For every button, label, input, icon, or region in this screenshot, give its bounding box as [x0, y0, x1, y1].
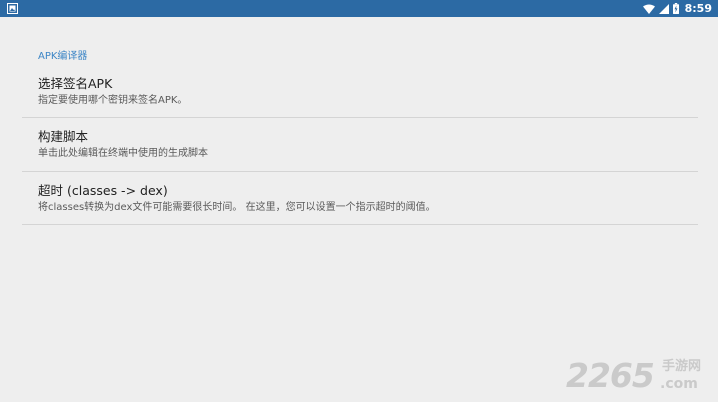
watermark-logo: 2265 手游网 .com	[564, 356, 714, 396]
cell-signal-icon	[658, 3, 669, 14]
pref-signing-apk[interactable]: 选择签名APK 指定要使用哪个密钥来签名APK。	[22, 74, 698, 117]
divider	[22, 224, 698, 225]
pref-build-script[interactable]: 构建脚本 单击此处编辑在终端中使用的生成脚本	[22, 127, 698, 170]
pref-summary: 指定要使用哪个密钥来签名APK。	[38, 95, 188, 106]
battery-charging-icon	[672, 3, 679, 14]
watermark-number: 2265	[566, 356, 655, 395]
category-header: APK编译器	[38, 51, 88, 62]
pref-title: 超时 (classes -> dex)	[38, 183, 168, 198]
pref-timeout[interactable]: 超时 (classes -> dex) 将classes转换为dex文件可能需要…	[22, 181, 698, 224]
pref-title: 构建脚本	[38, 129, 89, 144]
watermark-domain: .com	[660, 376, 698, 392]
notification-image-icon	[7, 3, 18, 14]
divider	[22, 171, 698, 172]
status-bar: 8:59	[0, 0, 718, 17]
pref-title: 选择签名APK	[38, 76, 113, 91]
divider	[22, 117, 698, 118]
wifi-icon	[642, 4, 655, 14]
pref-summary: 将classes转换为dex文件可能需要很长时间。 在这里，您可以设置一个指示超…	[38, 202, 436, 213]
pref-summary: 单击此处编辑在终端中使用的生成脚本	[38, 148, 208, 159]
watermark-site-name: 手游网	[662, 359, 702, 374]
status-time: 8:59	[684, 2, 712, 15]
